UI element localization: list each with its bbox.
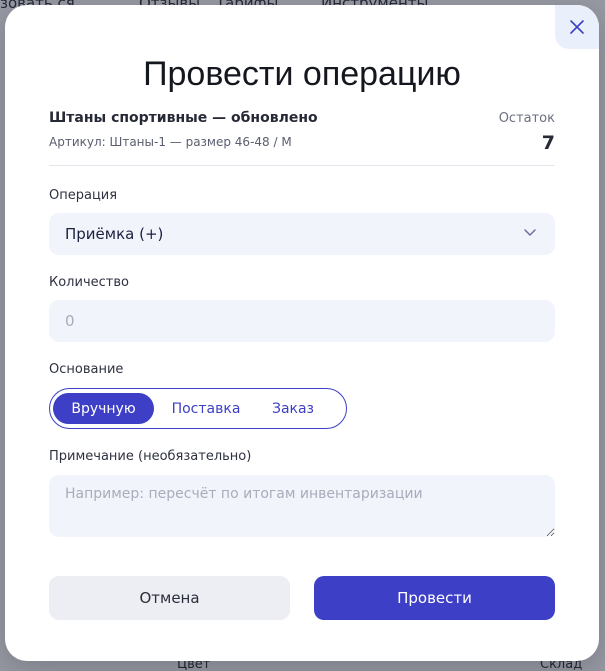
note-textarea[interactable]	[49, 475, 555, 537]
basis-label: Основание	[49, 362, 124, 377]
quantity-input[interactable]	[49, 300, 555, 342]
operation-label: Операция	[49, 188, 118, 203]
close-icon	[570, 20, 584, 34]
note-label: Примечание (необязательно)	[49, 449, 252, 464]
submit-button[interactable]: Провести	[314, 576, 555, 620]
product-name: Штаны спортивные — обновлено	[49, 110, 318, 126]
operation-select[interactable]: Приёмка (+)	[49, 213, 555, 255]
basis-segmented-control: Вручную Поставка Заказ	[49, 388, 347, 429]
cancel-button[interactable]: Отмена	[49, 576, 290, 620]
basis-option-manual[interactable]: Вручную	[53, 393, 154, 424]
stock-value: 7	[541, 132, 555, 154]
operation-modal: Провести операцию Штаны спортивные — обн…	[5, 5, 599, 661]
basis-option-order[interactable]: Заказ	[258, 393, 328, 424]
chevron-down-icon	[524, 229, 536, 236]
modal-title: Провести операцию	[143, 55, 461, 93]
close-button[interactable]	[555, 5, 599, 49]
operation-select-value: Приёмка (+)	[65, 225, 164, 243]
stock-label: Остаток	[498, 111, 555, 126]
quantity-label: Количество	[49, 275, 129, 290]
product-sku: Артикул: Штаны-1 — размер 46-48 / M	[49, 135, 292, 149]
basis-option-supply[interactable]: Поставка	[154, 393, 258, 424]
divider	[49, 165, 555, 166]
